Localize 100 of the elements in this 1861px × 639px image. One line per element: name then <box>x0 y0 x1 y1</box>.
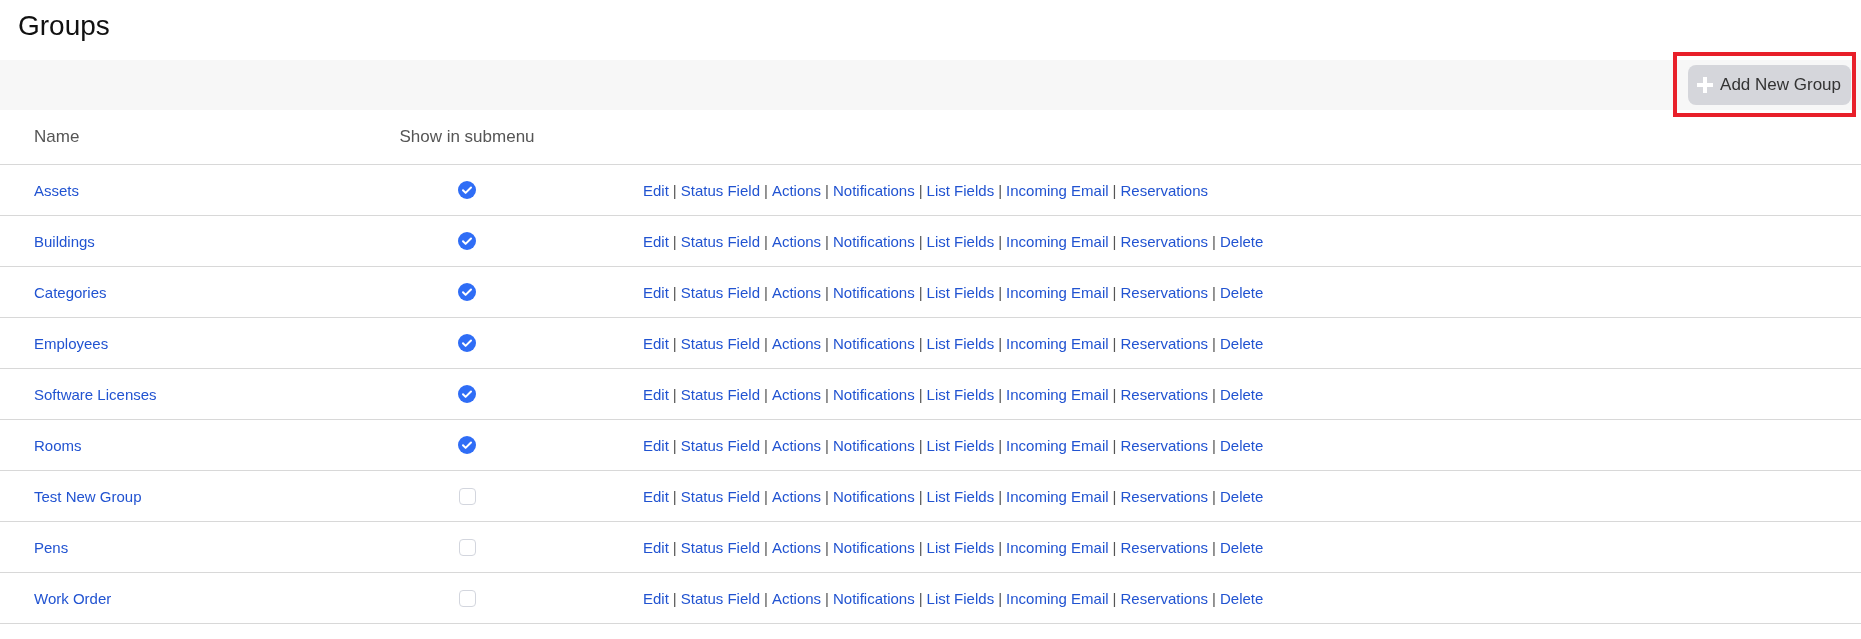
action-link[interactable]: Actions <box>771 436 822 454</box>
checkbox[interactable] <box>458 283 476 301</box>
separator: | <box>1112 385 1117 403</box>
action-link[interactable]: Incoming Email <box>1006 487 1109 505</box>
action-link[interactable]: Edit <box>643 334 669 352</box>
action-link[interactable]: Delete <box>1219 487 1264 505</box>
action-link[interactable]: Notifications <box>833 283 915 301</box>
action-link[interactable]: List Fields <box>926 232 995 250</box>
separator: | <box>1212 334 1216 352</box>
action-link[interactable]: List Fields <box>926 487 995 505</box>
group-name-link[interactable]: Test New Group <box>34 487 142 505</box>
action-link[interactable]: Notifications <box>833 589 915 607</box>
action-link[interactable]: Actions <box>771 283 822 301</box>
action-link[interactable]: Edit <box>643 181 669 199</box>
action-link[interactable]: Delete <box>1219 538 1264 556</box>
action-link[interactable]: List Fields <box>926 436 995 454</box>
group-name-link[interactable]: Pens <box>34 538 69 556</box>
checkbox[interactable] <box>458 538 476 556</box>
action-link[interactable]: Delete <box>1219 385 1264 403</box>
action-link[interactable]: Incoming Email <box>1006 334 1109 352</box>
action-link[interactable]: Status Field <box>680 283 760 301</box>
action-link[interactable]: Incoming Email <box>1006 538 1109 556</box>
group-name-link[interactable]: Categories <box>34 283 107 301</box>
action-link[interactable]: Delete <box>1219 283 1264 301</box>
action-link[interactable]: Delete <box>1219 334 1264 352</box>
separator: | <box>764 283 768 301</box>
action-link[interactable]: Edit <box>643 436 669 454</box>
action-link[interactable]: Reservations <box>1120 283 1209 301</box>
action-link[interactable]: Status Field <box>680 232 760 250</box>
checkbox[interactable] <box>458 385 476 403</box>
action-link[interactable]: Actions <box>771 334 822 352</box>
checkbox[interactable] <box>458 334 476 352</box>
action-link[interactable]: Status Field <box>680 334 760 352</box>
action-link[interactable]: Notifications <box>833 334 915 352</box>
action-link[interactable]: Incoming Email <box>1006 181 1109 199</box>
action-link[interactable]: Edit <box>643 589 669 607</box>
action-link[interactable]: Incoming Email <box>1006 589 1109 607</box>
action-link[interactable]: Reservations <box>1120 232 1209 250</box>
action-link[interactable]: Notifications <box>833 232 915 250</box>
action-link[interactable]: List Fields <box>926 385 995 403</box>
action-link[interactable]: Reservations <box>1120 589 1209 607</box>
action-link[interactable]: Status Field <box>680 436 760 454</box>
action-link[interactable]: Reservations <box>1120 334 1209 352</box>
group-name-link[interactable]: Assets <box>34 181 79 199</box>
action-link[interactable]: List Fields <box>926 589 995 607</box>
action-link[interactable]: Incoming Email <box>1006 436 1109 454</box>
action-link[interactable]: Actions <box>771 538 822 556</box>
action-link[interactable]: Notifications <box>833 436 915 454</box>
group-name-link[interactable]: Buildings <box>34 232 95 250</box>
action-link[interactable]: Status Field <box>680 181 760 199</box>
action-link[interactable]: Actions <box>771 589 822 607</box>
action-link[interactable]: Actions <box>771 487 822 505</box>
action-link[interactable]: Reservations <box>1120 385 1209 403</box>
action-link[interactable]: Incoming Email <box>1006 283 1109 301</box>
separator: | <box>764 232 768 250</box>
action-link[interactable]: Delete <box>1219 589 1264 607</box>
action-link[interactable]: List Fields <box>926 538 995 556</box>
separator: | <box>764 385 768 403</box>
action-link[interactable]: Status Field <box>680 385 760 403</box>
checkbox[interactable] <box>458 487 476 505</box>
action-link[interactable]: Actions <box>771 181 822 199</box>
action-link[interactable]: Edit <box>643 487 669 505</box>
action-link[interactable]: Reservations <box>1120 436 1209 454</box>
group-name-link[interactable]: Rooms <box>34 436 82 454</box>
action-link[interactable]: List Fields <box>926 181 995 199</box>
action-link[interactable]: Incoming Email <box>1006 385 1109 403</box>
action-link[interactable]: List Fields <box>926 334 995 352</box>
separator: | <box>918 385 923 403</box>
action-link[interactable]: Actions <box>771 385 822 403</box>
action-link[interactable]: Reservations <box>1120 181 1209 199</box>
action-link[interactable]: Notifications <box>833 385 915 403</box>
action-link[interactable]: List Fields <box>926 283 995 301</box>
add-new-group-button[interactable]: Add New Group <box>1688 65 1851 105</box>
checkbox[interactable] <box>458 589 476 607</box>
action-link[interactable]: Edit <box>643 232 669 250</box>
group-name-link[interactable]: Employees <box>34 334 109 352</box>
separator: | <box>764 487 768 505</box>
separator: | <box>918 232 923 250</box>
action-link[interactable]: Reservations <box>1120 487 1209 505</box>
action-link[interactable]: Status Field <box>680 538 760 556</box>
group-name-link[interactable]: Software Licenses <box>34 385 157 403</box>
action-link[interactable]: Notifications <box>833 487 915 505</box>
group-name-link[interactable]: Work Order <box>34 589 112 607</box>
action-link[interactable]: Actions <box>771 232 822 250</box>
checkbox[interactable] <box>458 181 476 199</box>
action-link[interactable]: Edit <box>643 283 669 301</box>
action-link[interactable]: Delete <box>1219 232 1264 250</box>
action-link[interactable]: Delete <box>1219 436 1264 454</box>
action-link[interactable]: Edit <box>643 538 669 556</box>
action-link[interactable]: Incoming Email <box>1006 232 1109 250</box>
action-link[interactable]: Edit <box>643 385 669 403</box>
checkbox[interactable] <box>458 436 476 454</box>
separator: | <box>1212 436 1216 454</box>
plus-icon <box>1696 76 1715 94</box>
checkbox[interactable] <box>458 232 476 250</box>
action-link[interactable]: Reservations <box>1120 538 1209 556</box>
action-link[interactable]: Notifications <box>833 181 915 199</box>
action-link[interactable]: Notifications <box>833 538 915 556</box>
action-link[interactable]: Status Field <box>680 589 760 607</box>
action-link[interactable]: Status Field <box>680 487 760 505</box>
